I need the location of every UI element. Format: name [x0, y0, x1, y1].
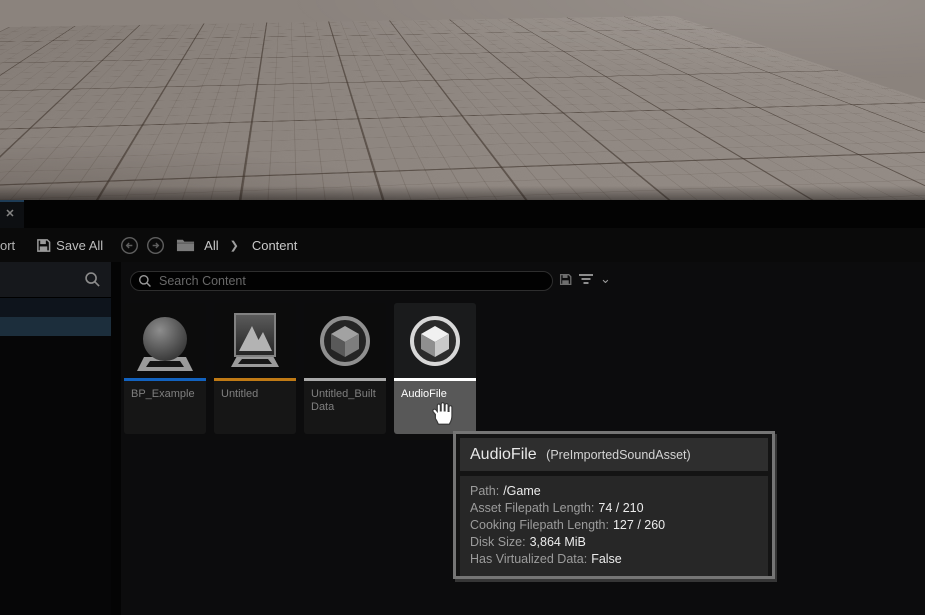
- tooltip-row-asset-filepath: Asset Filepath Length: 74 / 210: [470, 500, 758, 517]
- folder-tree-row-selected[interactable]: [0, 317, 111, 336]
- content-browser-tab[interactable]: ✕: [0, 200, 24, 228]
- tooltip-asset-type: (PreImportedSoundAsset): [546, 448, 691, 462]
- save-all-button[interactable]: Save All: [36, 238, 103, 253]
- chevron-right-icon: ❯: [230, 239, 239, 252]
- cube-circle-icon: [407, 313, 463, 369]
- search-input[interactable]: [157, 273, 552, 289]
- breadcrumb-current[interactable]: Content: [252, 238, 298, 253]
- save-icon: [36, 238, 51, 253]
- folder-tree-row[interactable]: [0, 298, 111, 317]
- save-all-label: Save All: [56, 238, 103, 253]
- unreal-editor-window: ✕ ort Save All: [0, 0, 925, 615]
- forward-icon[interactable]: [146, 236, 165, 255]
- tooltip-label: Disk Size:: [470, 535, 526, 549]
- tooltip-value: /Game: [503, 484, 541, 498]
- tooltip-label: Cooking Filepath Length:: [470, 518, 609, 532]
- tooltip-value: 74 / 210: [598, 501, 643, 515]
- asset-grid: BP_Example: [124, 303, 476, 434]
- tooltip-row-virtualized: Has Virtualized Data: False: [470, 551, 758, 568]
- chevron-down-icon: ⌄: [600, 274, 611, 284]
- asset-name: Untitled_Built Data: [304, 381, 386, 434]
- tooltip-value: False: [591, 552, 622, 566]
- level-mountains-icon: [227, 311, 283, 371]
- filter-icon: [579, 273, 594, 285]
- tooltip-value: 3,864 MiB: [530, 535, 586, 549]
- search-icon: [84, 271, 101, 288]
- blueprint-sphere-icon: [135, 309, 195, 373]
- tooltip-row-path: Path: /Game: [470, 483, 758, 500]
- asset-tile-untitled-built-data[interactable]: Untitled_Built Data: [304, 303, 386, 434]
- asset-tile-audiofile[interactable]: AudioFile: [394, 303, 476, 434]
- asset-name: Untitled: [214, 381, 296, 434]
- asset-tooltip: AudioFile (PreImportedSoundAsset) Path: /…: [453, 431, 775, 579]
- asset-name: AudioFile: [394, 381, 476, 434]
- asset-tile-untitled[interactable]: Untitled: [214, 303, 296, 434]
- navigation-group: [120, 236, 195, 255]
- tooltip-value: 127 / 260: [613, 518, 665, 532]
- tooltip-asset-name: AudioFile: [470, 446, 537, 463]
- tooltip-label: Path:: [470, 484, 499, 498]
- sources-search-row[interactable]: [0, 262, 111, 298]
- blueprint-thumbnail: [124, 303, 206, 378]
- cube-circle-icon: [317, 313, 373, 369]
- search-icon: [138, 274, 152, 288]
- tooltip-label: Has Virtualized Data:: [470, 552, 587, 566]
- breadcrumb: All ❯ Content: [204, 238, 297, 253]
- close-icon[interactable]: ✕: [3, 207, 17, 221]
- content-browser-tab-bar: ✕: [0, 200, 925, 228]
- filter-dropdown[interactable]: ⌄: [579, 273, 611, 285]
- level-viewport[interactable]: [0, 0, 925, 200]
- tooltip-details: Path: /Game Asset Filepath Length: 74 / 21…: [460, 476, 768, 576]
- save-icon: [559, 273, 572, 286]
- asset-tile-bp-example[interactable]: BP_Example: [124, 303, 206, 434]
- sources-panel: [0, 262, 111, 615]
- save-search-button[interactable]: [559, 273, 572, 286]
- tooltip-title-row: AudioFile (PreImportedSoundAsset): [460, 438, 768, 471]
- content-browser-toolbar: ort Save All All: [0, 228, 925, 262]
- breadcrumb-root[interactable]: All: [204, 238, 218, 253]
- folder-icon[interactable]: [176, 237, 195, 253]
- floor-grid: [0, 16, 925, 200]
- tooltip-label: Asset Filepath Length:: [470, 501, 594, 515]
- built-data-thumbnail: [304, 303, 386, 378]
- audiofile-thumbnail: [394, 303, 476, 378]
- import-button-clipped[interactable]: ort: [0, 238, 15, 253]
- tooltip-row-cooking-filepath: Cooking Filepath Length: 127 / 260: [470, 517, 758, 534]
- search-bar[interactable]: [130, 271, 553, 291]
- back-icon[interactable]: [120, 236, 139, 255]
- level-thumbnail: [214, 303, 296, 378]
- asset-name: BP_Example: [124, 381, 206, 434]
- tooltip-row-disk-size: Disk Size: 3,864 MiB: [470, 534, 758, 551]
